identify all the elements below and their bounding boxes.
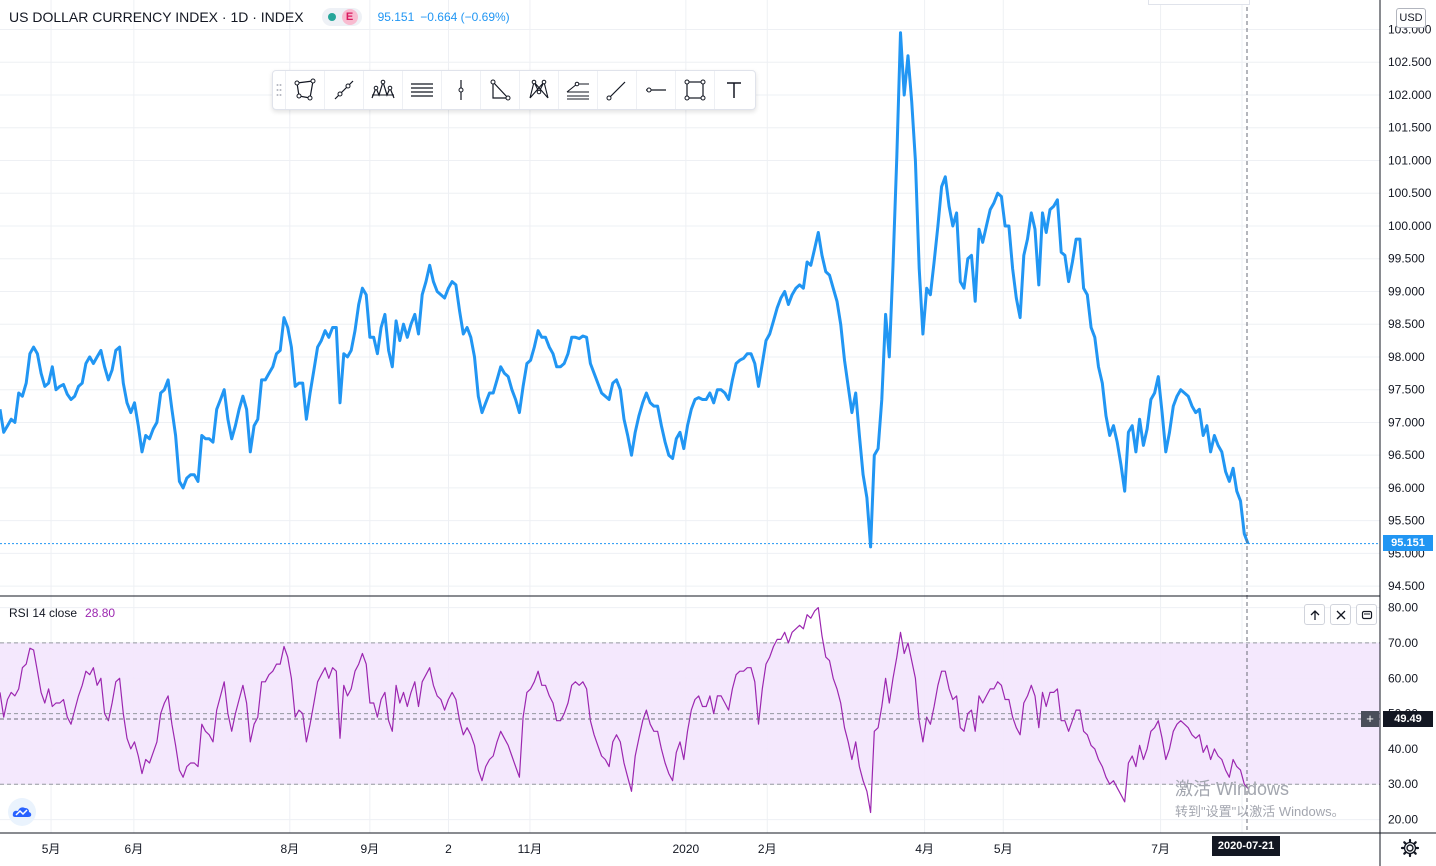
- price-tick-label: 94.500: [1388, 579, 1425, 593]
- crosshair-date-tag: 2020-07-21: [1212, 836, 1280, 856]
- price-tick-label: 101.000: [1388, 153, 1432, 167]
- time-tick-label: 9月: [360, 842, 379, 856]
- ray-icon: [606, 81, 626, 101]
- price-tick-label: 99.500: [1388, 252, 1425, 266]
- horizontal-line-button[interactable]: [636, 71, 675, 109]
- time-tick-label: 2020: [673, 842, 700, 856]
- chart-canvas[interactable]: 94.50095.00095.50096.00096.50097.00097.5…: [0, 0, 1436, 866]
- top-panel-edge: [1148, 0, 1250, 5]
- time-tick-label: 5月: [42, 842, 61, 856]
- trend-line-button[interactable]: [324, 71, 363, 109]
- price-range-icon: [458, 80, 464, 100]
- symbol-title[interactable]: US DOLLAR CURRENCY INDEX · 1D · INDEX: [9, 9, 304, 25]
- time-tick-label: 6月: [125, 842, 144, 856]
- rsi-tick-label: 20.00: [1388, 813, 1418, 827]
- xabcd-pattern-icon: [529, 79, 549, 99]
- price-tick-label: 102.000: [1388, 88, 1432, 102]
- price-tick-label: 98.000: [1388, 350, 1425, 364]
- parallel-channel-button[interactable]: [402, 71, 441, 109]
- market-open-dot-icon: [327, 13, 336, 21]
- triangle-pattern-button[interactable]: [480, 71, 519, 109]
- rsi-current-value: 28.80: [85, 606, 116, 620]
- ray-button[interactable]: [597, 71, 636, 109]
- xabcd-pattern-button[interactable]: [519, 71, 558, 109]
- trend-line-icon: [334, 80, 354, 100]
- rectangle-button[interactable]: [675, 71, 714, 109]
- close-icon: [1336, 610, 1345, 619]
- price-tick-label: 97.000: [1388, 415, 1425, 429]
- time-axis[interactable]: 5月6月8月9月211月20202月4月5月7月8月: [42, 842, 1252, 856]
- text-tool-icon: [727, 82, 741, 98]
- market-status-badge[interactable]: E: [321, 8, 362, 26]
- polygon-tool-button[interactable]: [285, 71, 324, 109]
- event-badge: E: [341, 9, 358, 25]
- maximize-icon: [1361, 610, 1372, 619]
- last-price: 95.151: [377, 10, 415, 24]
- activation-watermark-title: 激活 Windows: [1175, 779, 1290, 799]
- price-change: −0.664 (−0.69%): [420, 10, 510, 24]
- rsi-tick-label: 60.00: [1388, 671, 1418, 685]
- time-tick-label: 4月: [915, 842, 934, 856]
- arrow-up-icon: [1310, 609, 1319, 620]
- fib-fan-button[interactable]: [558, 71, 597, 109]
- time-tick-label: 2月: [758, 842, 777, 856]
- price-tick-label: 95.500: [1388, 514, 1425, 528]
- pane-close-button[interactable]: [1330, 604, 1351, 625]
- price-tick-label: 100.500: [1388, 186, 1432, 200]
- chart-header: US DOLLAR CURRENCY INDEX · 1D · INDEX E …: [9, 8, 510, 26]
- parallel-channel-icon: [411, 83, 433, 97]
- price-tick-label: 96.500: [1388, 448, 1425, 462]
- text-tool-button[interactable]: [714, 71, 753, 109]
- horizontal-line-icon: [646, 87, 666, 93]
- rsi-title: RSI 14 close: [9, 606, 78, 620]
- rsi-tick-label: 70.00: [1388, 636, 1418, 650]
- price-axis[interactable]: 94.50095.00095.50096.00096.50097.00097.5…: [1388, 22, 1432, 593]
- price-tick-label: 99.000: [1388, 284, 1425, 298]
- price-range-button[interactable]: [441, 71, 480, 109]
- price-tick-label: 100.000: [1388, 219, 1432, 233]
- rsi-legend[interactable]: RSI 14 close 28.80: [9, 606, 115, 620]
- price-tick-label: 97.500: [1388, 383, 1425, 397]
- pane-maximize-button[interactable]: [1356, 604, 1377, 625]
- rectangle-icon: [684, 79, 706, 101]
- tradingview-logo[interactable]: [8, 798, 36, 826]
- drawing-toolbar: [272, 70, 756, 110]
- rsi-tick-label: 30.00: [1388, 777, 1418, 791]
- price-tick-label: 102.500: [1388, 55, 1432, 69]
- activation-watermark-text: 转到"设置"以激活 Windows。: [1175, 804, 1345, 819]
- time-tick-label: 7月: [1151, 842, 1170, 856]
- rsi-crosshair-tag: 49.49: [1383, 711, 1433, 727]
- head-shoulders-button[interactable]: [363, 71, 402, 109]
- currency-button[interactable]: USD: [1396, 8, 1426, 28]
- price-tick-label: 98.500: [1388, 317, 1425, 331]
- head-shoulders-icon: [371, 79, 395, 99]
- last-price-tag: 95.151: [1383, 535, 1433, 551]
- time-tick-label: 11月: [518, 842, 542, 856]
- toolbar-drag-handle[interactable]: [273, 71, 285, 109]
- pane-move-up-button[interactable]: [1304, 604, 1325, 625]
- add-alert-plus-button[interactable]: +: [1361, 711, 1379, 727]
- rsi-tick-label: 80.00: [1388, 601, 1418, 615]
- triangle-pattern-icon: [490, 79, 511, 101]
- polygon-tool-icon: [294, 78, 316, 101]
- time-tick-label: 5月: [994, 842, 1013, 856]
- settings-gear-icon[interactable]: [1400, 838, 1420, 858]
- fib-fan-icon: [566, 81, 589, 100]
- cloud-logo-icon: [12, 807, 32, 817]
- price-tick-label: 101.500: [1388, 121, 1432, 135]
- time-tick-label: 8月: [280, 842, 299, 856]
- time-tick-label: 2: [445, 842, 452, 856]
- price-tick-label: 96.000: [1388, 481, 1425, 495]
- rsi-tick-label: 40.00: [1388, 742, 1418, 756]
